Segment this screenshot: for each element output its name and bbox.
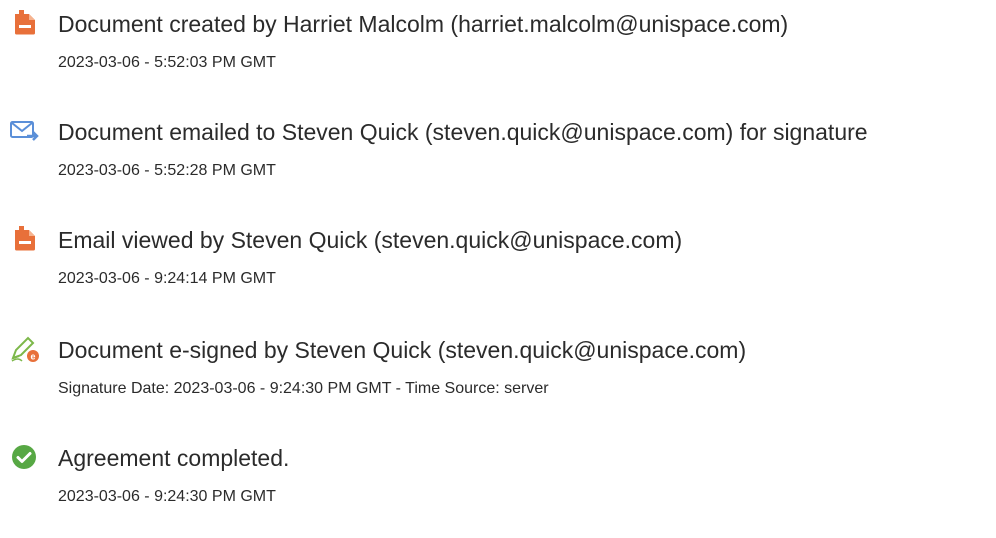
document-icon (10, 224, 40, 254)
event-title: Agreement completed. (58, 445, 290, 471)
check-circle-icon (10, 442, 40, 472)
event-timestamp: 2023-03-06 - 9:24:14 PM GMT (58, 270, 276, 287)
svg-text:e: e (30, 352, 35, 362)
event-timestamp: 2023-03-06 - 5:52:03 PM GMT (58, 54, 276, 71)
event-timestamp: Signature Date: 2023-03-06 - 9:24:30 PM … (58, 380, 549, 397)
event-timestamp: 2023-03-06 - 5:52:28 PM GMT (58, 162, 276, 179)
email-send-icon (10, 116, 40, 146)
event-title: Document emailed to Steven Quick (steven… (58, 119, 868, 145)
event-title: Email viewed by Steven Quick (steven.qui… (58, 227, 683, 253)
document-icon (10, 8, 40, 38)
event-title: Document created by Harriet Malcolm (har… (58, 11, 789, 37)
event-title: Document e-signed by Steven Quick (steve… (58, 337, 747, 363)
event-timestamp: 2023-03-06 - 9:24:30 PM GMT (58, 488, 276, 505)
esign-pen-icon: e (10, 334, 40, 364)
